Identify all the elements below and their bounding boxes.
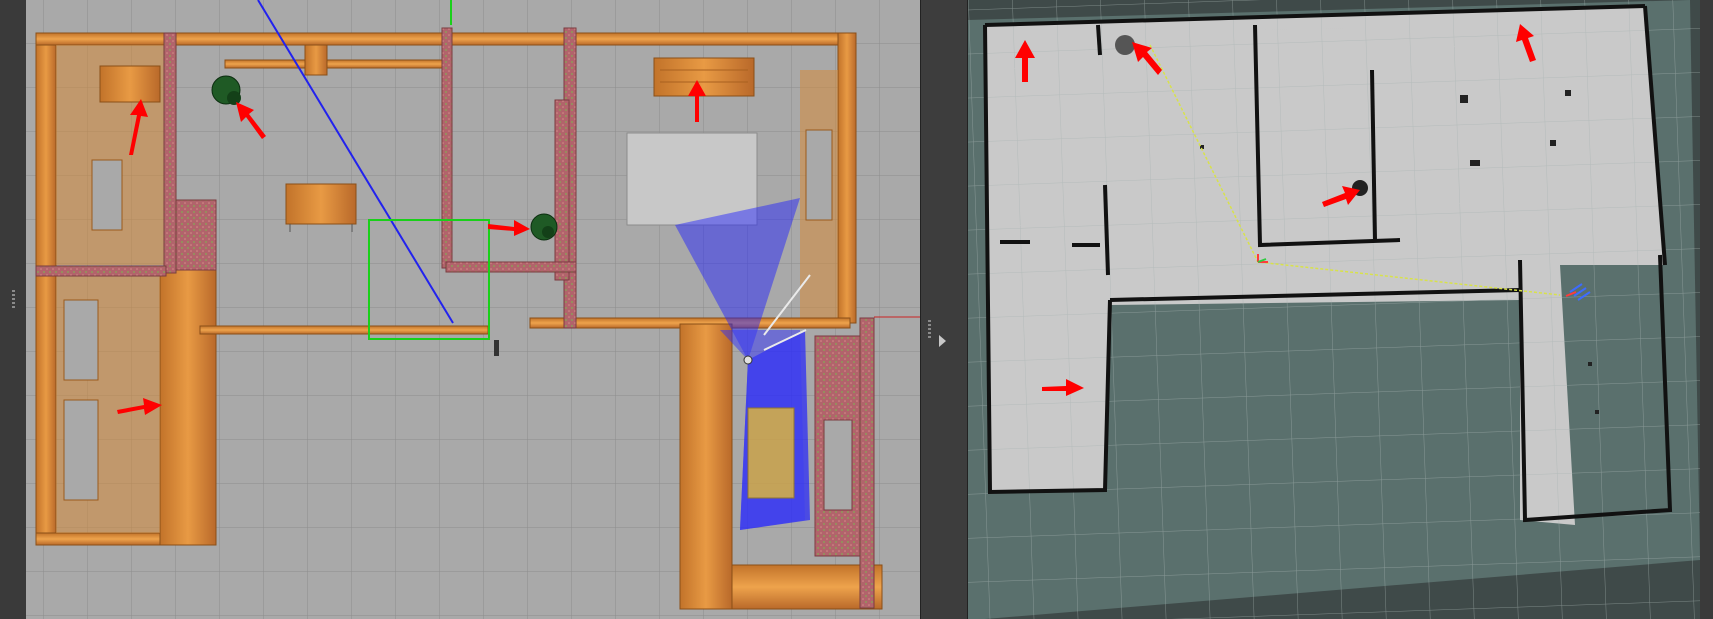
occupancy-map[interactable] (968, 0, 1700, 619)
chevron-right-icon[interactable] (939, 335, 946, 347)
cabinet (653, 57, 755, 97)
grip-dots-icon[interactable] (928, 320, 931, 338)
right-panel-gutter[interactable] (1700, 0, 1713, 619)
grip-dots-icon[interactable] (12, 290, 15, 308)
left-panel-gutter[interactable] (0, 0, 26, 619)
cabinet (99, 65, 161, 103)
plant (530, 213, 558, 241)
small-object (494, 340, 499, 356)
rviz-map-view[interactable] (968, 0, 1700, 619)
map-grid (968, 0, 1700, 619)
plant (211, 75, 241, 105)
table (626, 132, 758, 226)
gazebo-3d-view[interactable] (26, 0, 920, 619)
gazebo-scene[interactable] (26, 0, 920, 619)
view-splitter[interactable] (920, 0, 968, 619)
